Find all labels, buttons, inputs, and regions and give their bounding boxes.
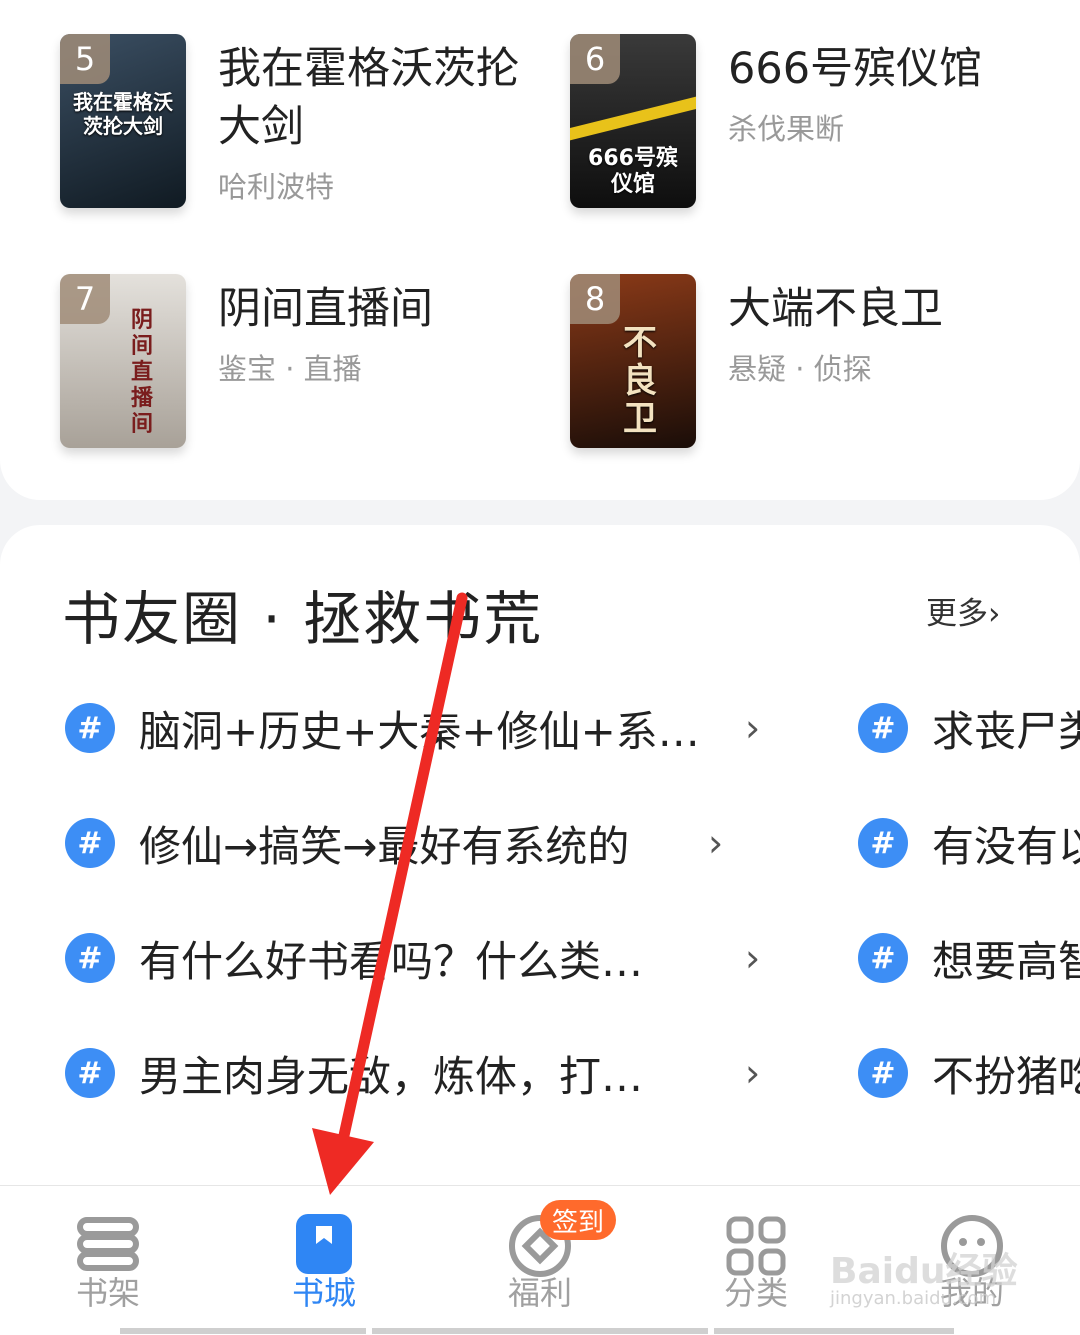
topic-item[interactable]: # 修仙→搞笑→最好有系统的 [65,813,629,873]
hashtag-icon: # [65,933,115,983]
topic-text: 修仙→搞笑→最好有系统的 [139,821,630,871]
book-title[interactable]: 我在霍格沃茨抡大剑 [218,40,538,156]
hashtag-icon: # [858,818,908,868]
chevron-right-icon: › [745,706,761,750]
book-cover[interactable]: 8 不良卫 [570,274,696,448]
topic-item[interactable]: # 有什么好书看吗？什么类… [65,928,643,988]
chevron-right-icon: › [708,821,724,865]
book-title[interactable]: 大端不良卫 [728,280,1048,338]
caution-tape [570,94,696,142]
grid-icon [726,1216,786,1276]
watermark-url: jingyan.baidu.com [830,1288,997,1309]
tab-category[interactable]: 分类 [686,1186,826,1335]
checkin-badge[interactable]: 签到 [540,1200,616,1240]
topic-item[interactable]: # 有没有以 [858,813,1080,873]
topic-item[interactable]: # 男主肉身无敌，炼体，打… [65,1043,643,1103]
book-item-6[interactable]: 6 666号殡仪馆 666号殡仪馆 杀伐果断 [570,34,1050,214]
chevron-right-icon: › [745,936,761,980]
section-title: 书友圈 · 拯救书荒 [62,585,544,653]
book-item-8[interactable]: 8 不良卫 大端不良卫 悬疑 · 侦探 [570,274,1050,454]
hashtag-icon: # [858,703,908,753]
tab-bookshelf[interactable]: 书架 [38,1186,178,1335]
hashtag-icon: # [858,1048,908,1098]
book-cover[interactable]: 7 阴间直播间 [60,274,186,448]
cover-title: 我在霍格沃茨抡大剑 [73,90,173,138]
cover-title: 阴间直播间 [130,308,153,437]
cover-title: 666号殡仪馆 [588,146,678,197]
book-title[interactable]: 666号殡仪馆 [728,40,1048,98]
topic-text: 不扮猪吃 [932,1051,1080,1101]
topic-column-right: # 求丧尸类 # 有没有以 # 想要高智 # 不扮猪吃 [858,690,1080,1170]
tab-label: 书架 [75,1274,140,1312]
rank-badge: 8 [570,274,620,324]
topic-text: 脑洞+历史+大秦+修仙+系… [139,706,700,756]
topic-item[interactable]: # 脑洞+历史+大秦+修仙+系… [65,698,700,758]
page-indicator [714,1328,954,1334]
book-subtitle: 鉴宝 · 直播 [218,352,362,386]
bookstore-icon [296,1214,352,1274]
topic-item[interactable]: # 不扮猪吃 [858,1043,1080,1103]
book-cover[interactable]: 5 我在霍格沃茨抡大剑 [60,34,186,208]
rank-badge: 7 [60,274,110,324]
book-subtitle: 哈利波特 [218,170,335,204]
book-cover[interactable]: 6 666号殡仪馆 [570,34,696,208]
cover-title: 不良卫 [623,323,657,439]
bookshelf-icon [77,1217,139,1271]
watermark-logo: Baidu经验 [830,1251,1018,1292]
topic-text: 想要高智 [932,936,1080,986]
rank-badge: 5 [60,34,110,84]
tab-label: 分类 [723,1274,788,1312]
tab-bookstore[interactable]: 书城 [254,1186,394,1335]
tab-welfare[interactable]: 签到 福利 [470,1186,616,1335]
book-item-5[interactable]: 5 我在霍格沃茨抡大剑 我在霍格沃茨抡大剑 哈利波特 [60,34,540,214]
topic-item[interactable]: # 想要高智 [858,928,1080,988]
book-title[interactable]: 阴间直播间 [218,280,538,338]
book-subtitle: 杀伐果断 [728,112,845,146]
page-indicator [372,1328,708,1334]
topic-text: 男主肉身无敌，炼体，打… [139,1051,644,1101]
book-subtitle: 悬疑 · 侦探 [728,352,872,386]
page-indicator [120,1328,366,1334]
topic-item[interactable]: # 求丧尸类 [858,698,1080,758]
hashtag-icon: # [65,703,115,753]
topic-text: 有什么好书看吗？什么类… [139,936,644,986]
hashtag-icon: # [858,933,908,983]
hashtag-icon: # [65,1048,115,1098]
tab-label: 福利 [507,1274,572,1312]
chevron-right-icon: › [745,1051,761,1095]
topic-text: 求丧尸类 [932,706,1080,756]
tab-label: 书城 [291,1274,356,1312]
topic-text: 有没有以 [932,821,1080,871]
book-item-7[interactable]: 7 阴间直播间 阴间直播间 鉴宝 · 直播 [60,274,540,454]
rank-badge: 6 [570,34,620,84]
ranking-card: 5 我在霍格沃茨抡大剑 我在霍格沃茨抡大剑 哈利波特 6 666号殡仪馆 666… [0,0,1080,500]
more-link[interactable]: 更多› [926,588,1000,633]
hashtag-icon: # [65,818,115,868]
